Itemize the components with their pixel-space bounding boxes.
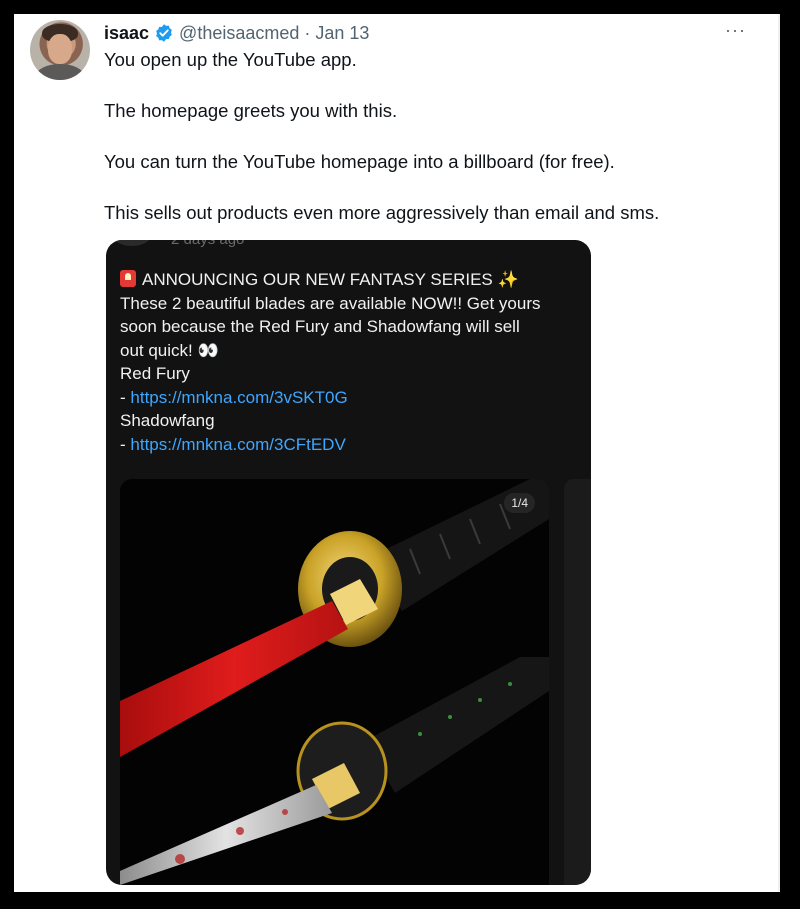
product-link-row: - https://mnkna.com/3vSKT0G <box>120 386 580 410</box>
post-timestamp: 2 days ago <box>171 240 244 248</box>
post-headline-line: ANNOUNCING OUR NEW FANTASY SERIES ✨ <box>120 268 580 292</box>
tweet-paragraph: You open up the YouTube app. <box>104 49 357 70</box>
tweet-paragraph: You can turn the YouTube homepage into a… <box>104 151 615 172</box>
katana-product-photo <box>120 479 549 885</box>
post-line: out quick! <box>120 340 193 360</box>
product-link-shadowfang[interactable]: https://mnkna.com/3CFtEDV <box>130 435 345 454</box>
more-options-icon[interactable]: ··· <box>725 20 746 41</box>
tweet-media-screenshot[interactable]: 2 days ago ANNOUNCING OUR NEW FANTASY SE… <box>106 240 591 885</box>
tweet-paragraph: The homepage greets you with this. <box>104 100 398 121</box>
author-name[interactable]: isaac <box>104 22 149 44</box>
header-separator: · <box>304 23 311 43</box>
tweet-date[interactable]: Jan 13 <box>315 22 369 44</box>
post-line-with-emoji: out quick! 👀 <box>120 339 580 363</box>
image-counter: 1/4 <box>504 493 535 513</box>
post-line: soon because the Red Fury and Shadowfang… <box>120 317 520 336</box>
avatar-face <box>48 34 72 64</box>
product-link-row: - https://mnkna.com/3CFtEDV <box>120 433 580 457</box>
verified-badge-icon <box>156 24 172 42</box>
tweet-header: isaac @theisaacmed · Jan 13 <box>104 22 369 44</box>
channel-avatar-cropped <box>112 240 152 246</box>
link-prefix: - <box>120 387 131 407</box>
product-link-red-fury[interactable]: https://mnkna.com/3vSKT0G <box>130 388 347 407</box>
eyes-emoji-icon: 👀 <box>197 340 220 360</box>
post-headline: ANNOUNCING OUR NEW FANTASY SERIES <box>142 270 493 289</box>
link-prefix: - <box>120 434 131 454</box>
sparkles-emoji-icon: ✨ <box>497 270 519 289</box>
avatar-shirt <box>36 64 84 80</box>
shadowfang-handle <box>365 657 549 793</box>
post-line: These 2 beautiful blades are available N… <box>120 293 541 313</box>
next-carousel-image-peek[interactable] <box>564 479 591 885</box>
product-name: Red Fury <box>120 364 190 383</box>
author-handle[interactable]: @theisaacmed <box>179 22 299 44</box>
author-avatar[interactable] <box>30 20 90 80</box>
carousel-image[interactable]: 1/4 <box>120 479 549 885</box>
shadowfang-blade <box>120 785 332 885</box>
community-post-text: ANNOUNCING OUR NEW FANTASY SERIES ✨ Thes… <box>120 268 580 456</box>
siren-emoji-icon <box>120 270 136 287</box>
timeline-divider <box>778 14 780 892</box>
tweet-paragraph: This sells out products even more aggres… <box>104 202 660 223</box>
tweet-card: isaac @theisaacmed · Jan 13 ··· You open… <box>14 14 780 892</box>
tweet-body: You open up the YouTube app. The homepag… <box>104 48 744 252</box>
product-name: Shadowfang <box>120 411 215 430</box>
